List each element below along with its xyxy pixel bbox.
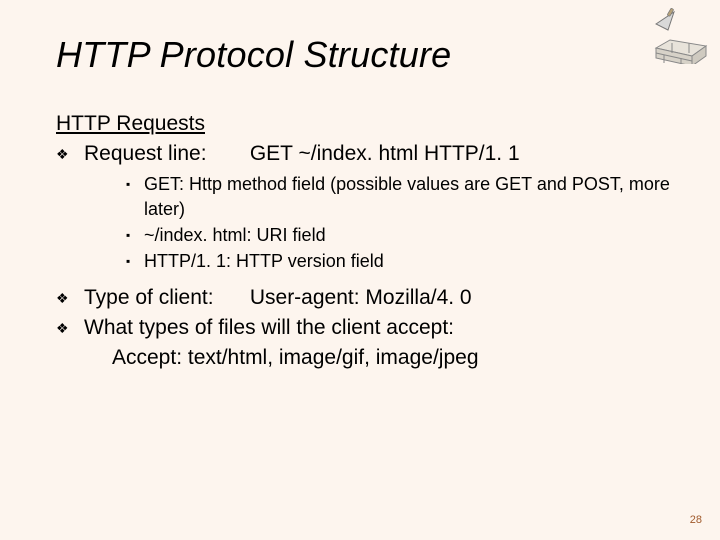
sub-bullet: ▪ ~/index. html: URI field xyxy=(126,223,670,247)
bullet-label: What types of files will the client acce… xyxy=(84,316,454,339)
bullet-accept-types: ❖ What types of files will the client ac… xyxy=(56,314,670,342)
square-bullet-icon: ▪ xyxy=(126,249,144,273)
bullet-value: GET ~/index. html HTTP/1. 1 xyxy=(250,142,520,165)
bullet-label: Request line: xyxy=(84,140,244,168)
bullet-value: User-agent: Mozilla/4. 0 xyxy=(250,286,472,309)
sub-bullet: ▪ HTTP/1. 1: HTTP version field xyxy=(126,249,670,273)
page-number: 28 xyxy=(690,514,702,526)
bullet-label: Type of client: xyxy=(84,284,244,312)
sub-bullet: ▪ GET: Http method field (possible value… xyxy=(126,172,670,221)
sub-bullet-text: HTTP/1. 1: HTTP version field xyxy=(144,249,670,273)
square-bullet-icon: ▪ xyxy=(126,223,144,247)
square-bullet-icon: ▪ xyxy=(126,172,144,196)
diamond-bullet-icon: ❖ xyxy=(56,314,80,342)
diamond-bullet-icon: ❖ xyxy=(56,284,80,312)
sub-bullet-list: ▪ GET: Http method field (possible value… xyxy=(126,172,670,273)
bullet-type-of-client: ❖ Type of client: User-agent: Mozilla/4.… xyxy=(56,284,670,312)
sub-bullet-text: GET: Http method field (possible values … xyxy=(144,172,670,221)
slide-title: HTTP Protocol Structure xyxy=(56,34,670,76)
section-heading: HTTP Requests xyxy=(56,112,670,136)
sub-bullet-text: ~/index. html: URI field xyxy=(144,223,670,247)
diamond-bullet-icon: ❖ xyxy=(56,140,80,168)
accept-value-line: Accept: text/html, image/gif, image/jpeg xyxy=(112,344,670,372)
bullet-request-line: ❖ Request line: GET ~/index. html HTTP/1… xyxy=(56,140,670,168)
bricks-trowel-icon xyxy=(638,6,710,64)
slide: HTTP Protocol Structure HTTP Requests ❖ … xyxy=(0,0,720,540)
